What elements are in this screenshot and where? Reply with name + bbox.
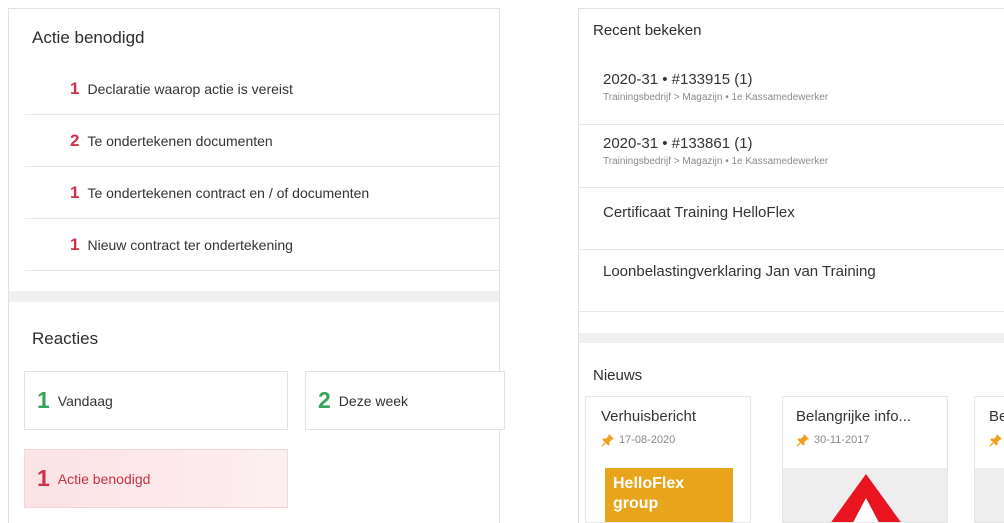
news-date-text: 17-08-2020 bbox=[619, 434, 676, 446]
recent-item[interactable]: Certificaat Training HelloFlex bbox=[579, 188, 1004, 250]
recent-item-title: Certificaat Training HelloFlex bbox=[603, 204, 795, 221]
action-count: 1 bbox=[70, 234, 80, 254]
news-card-date: 30-11-2017 bbox=[796, 433, 869, 447]
news-image bbox=[975, 468, 1004, 522]
reaction-label: Actie benodigd bbox=[57, 470, 151, 487]
action-count: 2 bbox=[70, 130, 80, 150]
action-label: Declaratie waarop actie is vereist bbox=[87, 80, 293, 97]
news-card-date: 17-08-2020 bbox=[601, 433, 675, 447]
news-card[interactable]: Belangrijke info... 30-11-2017 bbox=[782, 396, 948, 523]
news-card[interactable]: Verhuisbericht 17-08-2020 HelloFlex grou… bbox=[585, 396, 751, 523]
recent-item[interactable]: Loonbelastingverklaring Jan van Training bbox=[579, 250, 1004, 312]
news-card-date bbox=[989, 433, 1004, 447]
pin-icon bbox=[601, 433, 615, 447]
news-card-title: Belangrijke info... bbox=[796, 408, 912, 425]
news-image bbox=[783, 468, 947, 522]
action-label: Te ondertekenen documenten bbox=[87, 132, 273, 149]
news-card[interactable]: Be bbox=[974, 396, 1004, 523]
pin-icon bbox=[796, 433, 810, 447]
news-card-title: Be bbox=[989, 408, 1004, 425]
recent-item-subtitle: Trainingsbedrijf > Magazijn • 1e Kassame… bbox=[603, 92, 829, 103]
news-card-title: Verhuisbericht bbox=[601, 408, 697, 425]
action-item-declaration[interactable]: 1 Declaratie waarop actie is vereist bbox=[25, 63, 499, 115]
news-title: Nieuws bbox=[593, 367, 643, 384]
recent-item-title: Loonbelastingverklaring Jan van Training bbox=[603, 263, 876, 280]
news-date-text: 30-11-2017 bbox=[814, 434, 870, 446]
action-item-documents[interactable]: 2 Te ondertekenen documenten bbox=[25, 115, 499, 167]
action-item-contract-documents[interactable]: 1 Te ondertekenen contract en / of docum… bbox=[25, 167, 499, 219]
reaction-label: Deze week bbox=[338, 392, 409, 409]
reactions-title: Reacties bbox=[32, 329, 99, 348]
warning-sign-icon bbox=[831, 474, 901, 522]
reaction-count: 1 bbox=[37, 387, 50, 413]
reaction-label: Vandaag bbox=[57, 392, 113, 409]
pin-icon bbox=[989, 433, 1003, 447]
action-panel: Actie benodigd 1 Declaratie waarop actie… bbox=[8, 8, 505, 523]
recent-item[interactable]: 2020-31 • #133861 (1) Trainingsbedrijf >… bbox=[579, 125, 1004, 188]
news-image: HelloFlex group bbox=[605, 468, 733, 522]
reaction-card-this-week[interactable]: 2 Deze week bbox=[305, 371, 505, 430]
action-item-new-contract[interactable]: 1 Nieuw contract ter ondertekening bbox=[25, 219, 499, 271]
recent-item-subtitle: Trainingsbedrijf > Magazijn • 1e Kassame… bbox=[603, 156, 829, 167]
section-divider bbox=[9, 291, 499, 302]
action-count: 1 bbox=[70, 182, 80, 202]
recent-item-title: 2020-31 • #133861 (1) bbox=[603, 135, 753, 152]
action-label: Nieuw contract ter ondertekening bbox=[87, 236, 293, 253]
recent-item[interactable]: 2020-31 • #133915 (1) Trainingsbedrijf >… bbox=[579, 57, 1004, 125]
reaction-card-action-needed[interactable]: 1 Actie benodigd bbox=[24, 449, 288, 508]
recent-viewed-title: Recent bekeken bbox=[593, 22, 702, 39]
action-needed-title: Actie benodigd bbox=[32, 28, 145, 47]
reaction-count: 1 bbox=[37, 465, 50, 491]
action-count: 1 bbox=[70, 78, 80, 98]
reaction-card-today[interactable]: 1 Vandaag bbox=[24, 371, 288, 430]
recent-item-title: 2020-31 • #133915 (1) bbox=[603, 71, 753, 88]
action-label: Te ondertekenen contract en / of documen… bbox=[87, 184, 370, 201]
reaction-count: 2 bbox=[318, 387, 331, 413]
section-divider bbox=[579, 333, 1004, 343]
